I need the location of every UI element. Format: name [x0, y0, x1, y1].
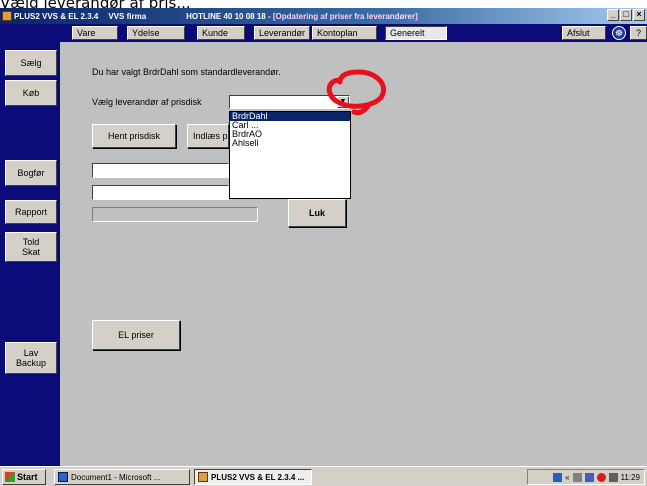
progress-field-1 [92, 163, 229, 178]
supplier-select[interactable]: ▼ [229, 95, 350, 109]
el-prices-button[interactable]: EL priser [92, 320, 180, 350]
task-plus2-label: PLUS2 VVS & EL 2.3.4 ... [211, 472, 305, 482]
menu-vare[interactable]: Vare [72, 26, 118, 40]
chevron-down-icon[interactable]: ▼ [337, 96, 349, 108]
task-word-document[interactable]: Document1 - Microsoft ... [54, 469, 190, 485]
import-prices-button[interactable]: Indlæs p [187, 124, 229, 148]
antivirus-icon[interactable] [596, 472, 606, 482]
menu-leverandor[interactable]: Leverandør [254, 26, 310, 40]
start-label: Start [17, 472, 38, 482]
menu-generelt[interactable]: Generelt [385, 26, 447, 40]
sidebar-item-lav-backup[interactable]: Lav Backup [5, 342, 57, 374]
menu-kontoplan[interactable]: Kontoplan [312, 26, 377, 40]
tray-app-icon[interactable] [608, 472, 618, 482]
task-plus2[interactable]: PLUS2 VVS & EL 2.3.4 ... [194, 469, 312, 485]
fetch-price-disk-button[interactable]: Hent prisdisk [92, 124, 176, 148]
system-tray: « 11:29 [527, 469, 645, 485]
sidebar-item-rapport[interactable]: Rapport [5, 200, 57, 224]
app-icon [2, 11, 12, 21]
tray-expand-icon[interactable]: « [565, 473, 569, 482]
standard-supplier-info: Du har valgt BrdrDahl som standardlevera… [92, 67, 281, 77]
help-icon[interactable]: ☸ [612, 26, 626, 40]
page-caption: Vælg leverandør af pris... [0, 0, 191, 12]
title-app: PLUS2 VVS & EL 2.3.4 [14, 11, 99, 21]
task-word-label: Document1 - Microsoft ... [71, 472, 161, 482]
progress-field-2 [92, 185, 229, 200]
menu-afslut[interactable]: Afslut [562, 26, 606, 40]
window-titlebar: PLUS2 VVS & EL 2.3.4 VVS firma HOTLINE 4… [0, 8, 647, 24]
supplier-dropdown-list: BrdrDahl Carl ... BrdrAO Ahlsell [229, 111, 351, 199]
network-icon[interactable] [584, 472, 594, 482]
title-hotline: HOTLINE 40 10 08 18 - [Opdatering af pri… [186, 12, 418, 21]
volume-icon[interactable] [572, 472, 582, 482]
sidebar-item-kob[interactable]: Køb [5, 80, 57, 106]
sidebar-item-saelg[interactable]: Sælg [5, 50, 57, 76]
minimize-button[interactable]: _ [607, 9, 619, 21]
plus2-icon [198, 472, 208, 482]
clock: 11:29 [620, 472, 640, 482]
supplier-select-label: Vælg leverandør af prisdisk [92, 97, 202, 107]
maximize-button[interactable]: □ [620, 9, 632, 21]
dropdown-option-ahlsell[interactable]: Ahlsell [230, 139, 350, 148]
sidebar-item-bogfor[interactable]: Bogfør [5, 160, 57, 186]
menu-ydelse[interactable]: Ydelse [127, 26, 185, 40]
status-field [92, 207, 258, 222]
question-icon[interactable]: ? [630, 26, 647, 40]
title-hotline-number: HOTLINE 40 10 08 18 - [186, 11, 273, 21]
windows-logo-icon [5, 472, 15, 482]
word-icon [58, 472, 68, 482]
title-context: [Opdatering af priser fra leverandører] [272, 11, 418, 21]
taskbar: Start Document1 - Microsoft ... PLUS2 VV… [0, 466, 647, 486]
menu-kunde[interactable]: Kunde [197, 26, 245, 40]
sidebar-item-told-skat[interactable]: Told Skat [5, 232, 57, 262]
menu-bar: Vare Ydelse Kunde Leverandør Kontoplan G… [0, 24, 647, 42]
title-company: VVS firma [108, 11, 147, 21]
close-window-button[interactable]: × [633, 9, 645, 21]
language-icon[interactable] [553, 472, 563, 482]
sidebar: Sælg Køb Bogfør Rapport Told Skat Lav Ba… [0, 42, 60, 466]
close-button[interactable]: Luk [288, 199, 346, 227]
start-button[interactable]: Start [2, 469, 46, 485]
